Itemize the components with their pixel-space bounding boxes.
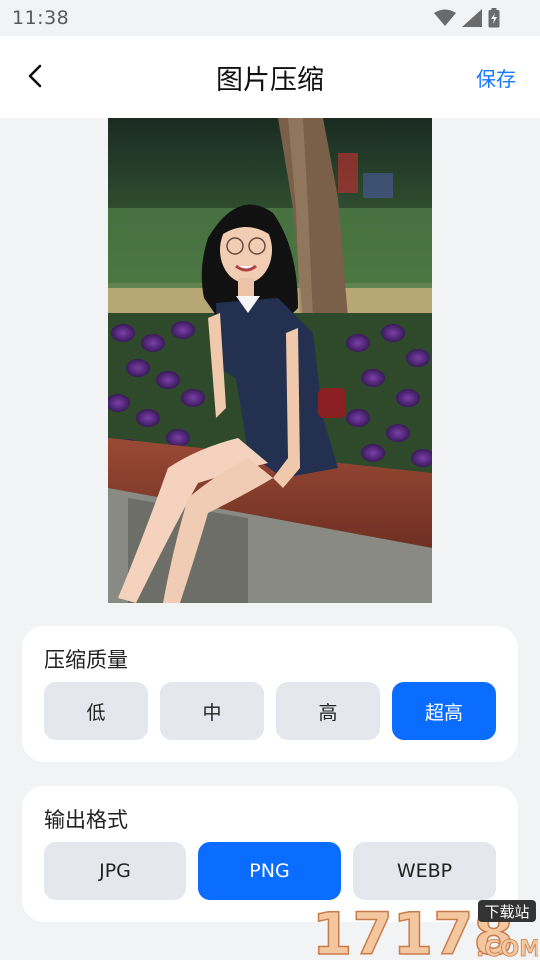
signal-icon [462,9,482,27]
format-label: 输出格式 [44,808,128,832]
status-icons [434,8,500,28]
quality-option-ultra[interactable]: 超高 [392,682,496,740]
status-time: 11:38 [12,7,70,29]
watermark-site: 下载站 [484,903,529,921]
site-watermark-logo: 17178 下载站 .COM [312,899,538,960]
page-title: 图片压缩 [216,65,324,96]
battery-icon [488,8,500,28]
format-option-jpg[interactable]: JPG [44,842,186,900]
quality-option-medium[interactable]: 中 [160,682,264,740]
quality-label: 压缩质量 [44,648,128,672]
format-options: JPG PNG WEBP [44,842,496,900]
quality-option-low[interactable]: 低 [44,682,148,740]
format-option-webp[interactable]: WEBP [353,842,496,900]
image-preview [108,118,432,603]
status-bar: 11:38 [0,0,540,36]
watermark-suffix: .COM [476,937,538,960]
photo-illustration [108,118,432,603]
wifi-icon [434,9,456,26]
compression-quality-card: 压缩质量 低 中 高 超高 [22,626,518,762]
top-bar: 图片压缩 保存 [0,36,540,118]
format-option-png[interactable]: PNG [198,842,341,900]
save-button[interactable]: 保存 [476,63,516,92]
quality-option-high[interactable]: 高 [276,682,380,740]
quality-options: 低 中 高 超高 [44,682,496,740]
